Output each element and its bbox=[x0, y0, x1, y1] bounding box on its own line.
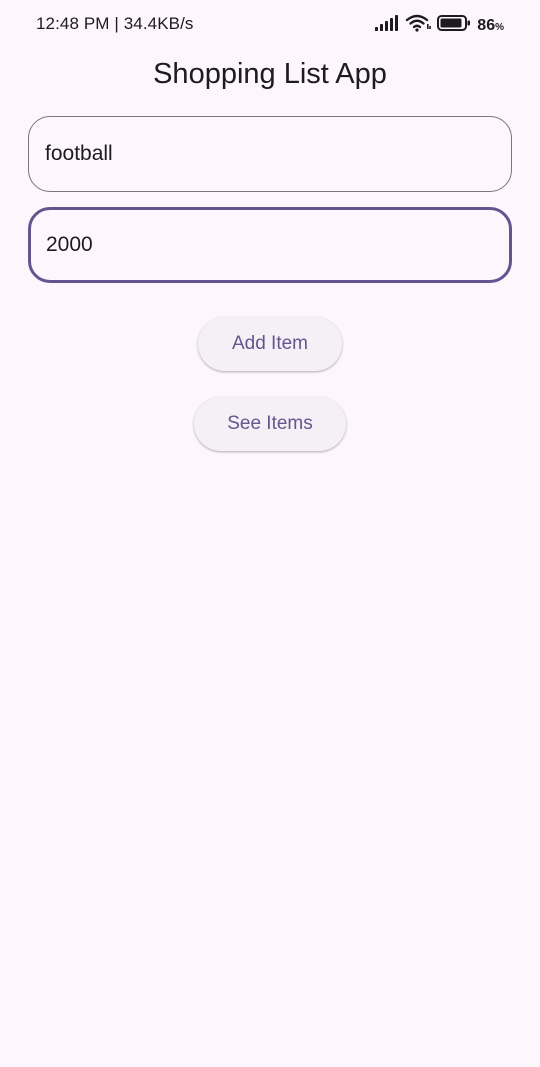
see-items-button[interactable]: See Items bbox=[194, 397, 346, 451]
item-name-input[interactable]: football bbox=[28, 116, 512, 192]
app-title: Shopping List App bbox=[153, 58, 387, 90]
battery-level: 86% bbox=[477, 17, 504, 35]
item-price-input[interactable]: 2000 bbox=[28, 207, 512, 283]
battery-level-value: 86 bbox=[477, 16, 496, 34]
status-icons: 86% bbox=[375, 13, 504, 38]
status-bar: 12:48 PM | 34.4KB/s 86% bbox=[0, 0, 540, 50]
battery-icon bbox=[437, 14, 471, 37]
signal-icon bbox=[375, 14, 399, 37]
add-item-button[interactable]: Add Item bbox=[198, 317, 342, 371]
status-time-speed: 12:48 PM | 34.4KB/s bbox=[36, 14, 194, 33]
wifi-icon bbox=[405, 13, 432, 38]
battery-unit: % bbox=[495, 21, 504, 33]
